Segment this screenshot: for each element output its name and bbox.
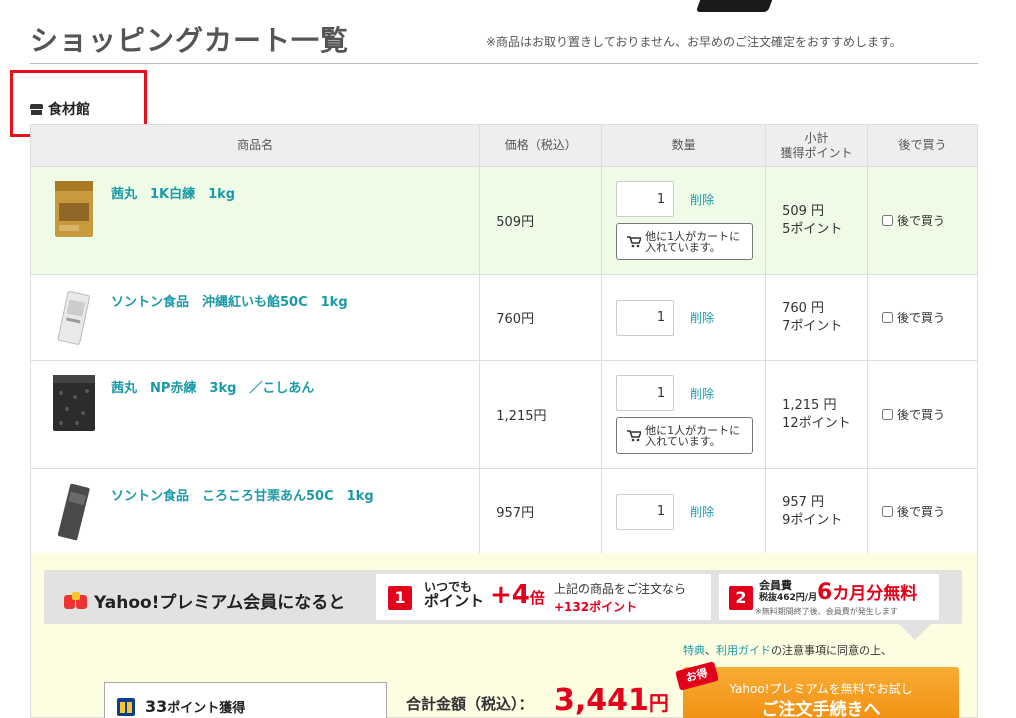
table-row: 茜丸 NP赤練 3kg ／こしあん 1,215円 削除 他に1人がカートに入れて…	[29, 360, 978, 469]
quantity-cell: 削除	[601, 274, 767, 361]
free-months-label: 6カ月分無料	[817, 580, 918, 605]
buy-later-checkbox[interactable]: 後で買う	[882, 214, 945, 228]
page-title: ショッピングカート一覧	[30, 24, 350, 57]
product-thumbnail[interactable]	[49, 179, 99, 239]
ribbon-icon	[64, 591, 88, 610]
table-row: 茜丸 1K白練 1kg 509円 削除 他に1人がカートに入れています。 509…	[29, 166, 978, 275]
price-cell: 509円	[479, 166, 603, 275]
cart-table-header: 商品名 価格（税込） 数量 小計 獲得ポイント 後で買う	[29, 124, 978, 167]
product-thumbnail[interactable]	[49, 481, 99, 541]
buy-later-cell: 後で買う	[867, 360, 978, 469]
total-amount: 3,441円	[554, 683, 669, 718]
subtotal-cell: 1,215 円 12ポイント	[765, 360, 869, 469]
quantity-cell: 削除 他に1人がカートに入れています。	[601, 166, 767, 275]
quantity-input[interactable]	[616, 181, 675, 217]
store-name: 食材館	[48, 102, 90, 118]
total-label: 合計金額（税込）：	[406, 695, 534, 713]
product-name-link[interactable]: 茜丸 NP赤練 3kg ／こしあん	[111, 377, 314, 396]
delete-link[interactable]: 削除	[690, 503, 714, 520]
delete-link[interactable]: 削除	[690, 385, 714, 402]
store-heading[interactable]: 食材館	[30, 99, 90, 119]
benefit-number-badge: 2	[729, 586, 753, 610]
checkout-button[interactable]: Yahoo!プレミアムを無料でお試し ご注文手続きへ	[683, 667, 959, 718]
banner-pointer	[899, 624, 931, 640]
quantity-cell: 削除	[601, 468, 767, 555]
buy-later-cell: 後で買う	[867, 468, 978, 555]
cart-icon	[627, 235, 642, 247]
points-earned-total: 33ポイント獲得	[145, 697, 246, 716]
subtotal-amount: 509 円	[782, 203, 825, 219]
points-summary: 33ポイント獲得	[104, 682, 387, 718]
quantity-input[interactable]	[616, 493, 675, 530]
header-decoration	[695, 0, 773, 12]
benefit-bonus-points: +132ポイント	[554, 600, 638, 614]
col-buy-later: 後で買う	[867, 124, 978, 167]
terms-agreement: 特典、利用ガイドの注意事項に同意の上、	[683, 644, 892, 657]
col-subtotal: 小計 獲得ポイント	[765, 124, 869, 167]
checkout-label: ご注文手続きへ	[761, 700, 881, 718]
delete-link[interactable]: 削除	[690, 191, 714, 208]
product-cell: 茜丸 1K白練 1kg	[29, 166, 481, 275]
points-earned: 7ポイント	[782, 318, 843, 334]
free-period-note: ※無料期間終了後、会員費が発生します	[755, 607, 898, 616]
benefit-free-months: 2 会員費 税抜462円/月 6カ月分無料 ※無料期間終了後、会員費が発生します	[719, 574, 939, 620]
others-in-cart-notice: 他に1人がカートに 入れています。	[616, 223, 754, 260]
product-name-link[interactable]: 茜丸 1K白練 1kg	[111, 183, 235, 202]
usage-guide-link[interactable]: 利用ガイド	[716, 644, 771, 657]
store-icon	[30, 103, 43, 115]
product-thumbnail[interactable]	[49, 373, 99, 433]
product-name-link[interactable]: ソントン食品 沖縄紅いも餡50C 1kg	[111, 291, 348, 310]
points-earned: 12ポイント	[782, 415, 851, 431]
product-cell: ソントン食品 沖縄紅いも餡50C 1kg	[29, 274, 481, 361]
quantity-input[interactable]	[616, 375, 675, 411]
cart-notice: ※商品はお取り置きしておりません、お早めのご注文確定をおすすめします。	[486, 35, 902, 49]
buy-later-cell: 後で買う	[867, 166, 978, 275]
price-cell: 760円	[479, 274, 603, 361]
t-point-icon	[117, 698, 135, 716]
price-cell: 1,215円	[479, 360, 603, 469]
others-in-cart-notice: 他に1人がカートに 入れています。	[616, 417, 754, 454]
buy-later-checkbox[interactable]: 後で買う	[882, 505, 945, 519]
subtotal-amount: 760 円	[782, 300, 825, 316]
quantity-cell: 削除 他に1人がカートに入れています。	[601, 360, 767, 469]
subtotal-amount: 957 円	[782, 494, 825, 510]
subtotal-cell: 760 円 7ポイント	[765, 274, 869, 361]
delete-link[interactable]: 削除	[690, 309, 714, 326]
benefit-multiplier: +4倍	[490, 580, 545, 610]
benefit-number-badge: 1	[388, 586, 412, 610]
product-cell: 茜丸 NP赤練 3kg ／こしあん	[29, 360, 481, 469]
col-product: 商品名	[29, 124, 481, 167]
subtotal-amount: 1,215 円	[782, 397, 837, 413]
product-thumbnail[interactable]	[49, 287, 99, 347]
premium-promo-title: Yahoo!プレミアム会員になると	[64, 588, 345, 613]
table-row: ソントン食品 沖縄紅いも餡50C 1kg 760円 削除 760 円 7ポイント…	[29, 274, 978, 361]
price-cell: 957円	[479, 468, 603, 555]
title-divider	[30, 63, 978, 64]
buy-later-checkbox[interactable]: 後で買う	[882, 408, 945, 422]
cart-table: 商品名 価格（税込） 数量 小計 獲得ポイント 後で買う 茜丸 1K白練 1kg …	[29, 124, 978, 555]
col-price: 価格（税込）	[479, 124, 603, 167]
buy-later-cell: 後で買う	[867, 274, 978, 361]
benefits-link[interactable]: 特典	[683, 644, 705, 657]
col-quantity: 数量	[601, 124, 767, 167]
benefit-points: 1 いつでも ポイント +4倍 上記の商品をご注文なら +132ポイント	[376, 574, 711, 620]
product-cell: ソントン食品 ころころ甘栗あん50C 1kg	[29, 468, 481, 555]
buy-later-checkbox[interactable]: 後で買う	[882, 311, 945, 325]
benefit-note: 上記の商品をご注文なら	[554, 582, 687, 596]
points-earned: 9ポイント	[782, 512, 843, 528]
subtotal-cell: 957 円 9ポイント	[765, 468, 869, 555]
cart-icon	[627, 429, 642, 441]
product-name-link[interactable]: ソントン食品 ころころ甘栗あん50C 1kg	[111, 485, 374, 504]
points-earned: 5ポイント	[782, 221, 843, 237]
benefit-label: いつでも ポイント	[424, 580, 485, 610]
membership-fee-label: 会員費 税抜462円/月	[759, 579, 818, 604]
table-row: ソントン食品 ころころ甘栗あん50C 1kg 957円 削除 957 円 9ポイ…	[29, 468, 978, 555]
subtotal-cell: 509 円 5ポイント	[765, 166, 869, 275]
quantity-input[interactable]	[616, 299, 675, 336]
